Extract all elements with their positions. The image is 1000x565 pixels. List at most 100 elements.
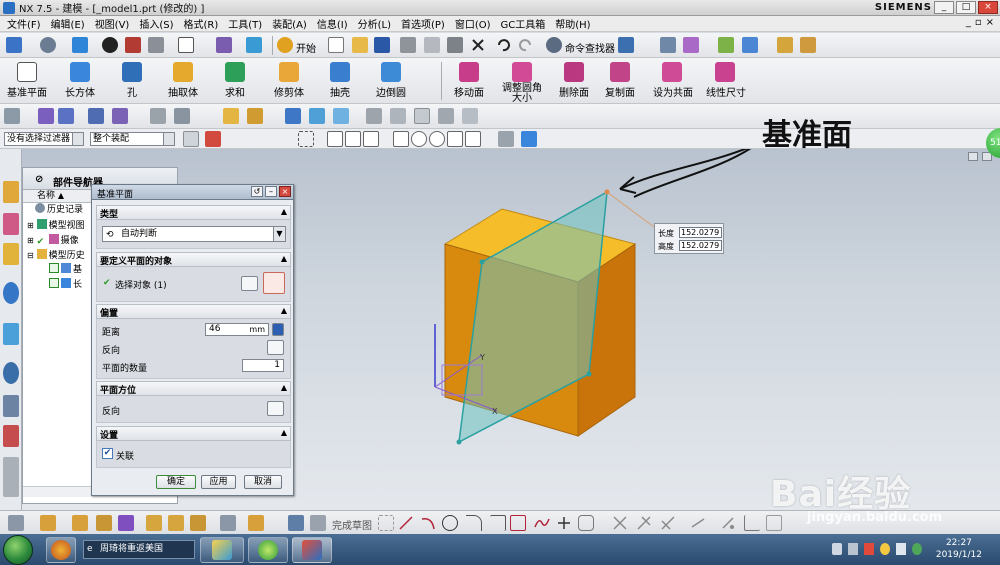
security-icon[interactable] bbox=[880, 543, 890, 555]
clock[interactable]: 22:27 2019/1/12 bbox=[936, 537, 982, 561]
plane-handle[interactable] bbox=[456, 439, 462, 445]
circle-icon[interactable] bbox=[442, 515, 458, 531]
mirror-icon[interactable] bbox=[112, 108, 128, 124]
patch-icon[interactable] bbox=[462, 108, 478, 124]
point-on-curve-icon[interactable] bbox=[96, 515, 112, 531]
unite-tool[interactable]: 求和 bbox=[224, 60, 246, 99]
maximize-button[interactable]: □ bbox=[956, 1, 976, 14]
shade-face-icon[interactable] bbox=[223, 108, 239, 124]
mdi-restore-icon[interactable]: ▫ bbox=[975, 17, 982, 28]
geometric-constraint-icon[interactable] bbox=[720, 515, 736, 531]
selection-filter-select[interactable]: 没有选择过滤器 bbox=[4, 132, 84, 146]
dialog-close-button[interactable]: × bbox=[279, 186, 291, 197]
hd3d-icon[interactable] bbox=[3, 323, 19, 345]
finish-sketch-button[interactable]: 完成草图 bbox=[332, 517, 372, 532]
mirror-curve-icon[interactable] bbox=[168, 515, 184, 531]
snap-intersection-icon[interactable] bbox=[465, 131, 481, 147]
section-icon[interactable] bbox=[366, 108, 382, 124]
view-restore-icon[interactable] bbox=[968, 152, 978, 161]
constraint-icon[interactable] bbox=[118, 515, 134, 531]
expand-icon[interactable]: ⊞ bbox=[27, 221, 34, 230]
type-section-header[interactable]: 类型 ▲ bbox=[96, 205, 291, 220]
collapse-icon[interactable]: ▲ bbox=[281, 428, 287, 437]
replace-icon[interactable] bbox=[285, 108, 301, 124]
ok-button[interactable]: 确定 bbox=[156, 475, 196, 489]
taskbar-nx-button[interactable] bbox=[292, 537, 332, 563]
menu-analysis[interactable]: 分析(L) bbox=[353, 16, 396, 31]
start-button[interactable]: 开始 bbox=[296, 40, 316, 55]
spline-icon[interactable] bbox=[58, 108, 74, 124]
sketch-plane-icon[interactable] bbox=[72, 515, 88, 531]
show-hide-icon[interactable] bbox=[742, 37, 758, 53]
resize-blend-tool[interactable]: 调整圆角大小 bbox=[500, 60, 544, 104]
height-input[interactable]: 152.0279 bbox=[679, 240, 722, 251]
binoculars-icon[interactable] bbox=[546, 37, 562, 53]
apply-button[interactable]: 应用 bbox=[201, 475, 236, 489]
assembly-scope-select[interactable]: 整个装配 bbox=[90, 132, 175, 146]
polygon-icon[interactable] bbox=[578, 515, 594, 531]
trace-icon[interactable] bbox=[248, 515, 264, 531]
minimize-button[interactable]: _ bbox=[934, 1, 954, 14]
type-select[interactable]: ⟲ 自动判断 ▼ bbox=[102, 226, 286, 242]
volume-icon[interactable] bbox=[864, 543, 874, 555]
make-coplanar-tool[interactable]: 设为共面 bbox=[653, 60, 693, 99]
distance-input[interactable]: 46 mm bbox=[205, 323, 269, 336]
plane-handle[interactable] bbox=[479, 259, 485, 265]
collapse-icon[interactable]: ▲ bbox=[281, 306, 287, 315]
plane-handle[interactable] bbox=[604, 189, 610, 195]
spline-icon[interactable] bbox=[534, 515, 550, 531]
project-curve-icon[interactable] bbox=[190, 515, 206, 531]
orientation-reverse-icon[interactable] bbox=[267, 401, 284, 416]
reuse-library-icon[interactable] bbox=[3, 282, 19, 304]
keyboard-icon[interactable] bbox=[848, 543, 858, 555]
snap-quadrant-icon[interactable] bbox=[429, 131, 445, 147]
pin-icon[interactable]: ⊘ bbox=[35, 174, 43, 185]
collapse-icon[interactable]: ▲ bbox=[281, 383, 287, 392]
hole-tool[interactable]: 孔 bbox=[122, 60, 142, 99]
trim-body-tool[interactable]: 修剪体 bbox=[272, 60, 306, 99]
cancel-button[interactable]: 取消 bbox=[244, 475, 282, 489]
object-section-header[interactable]: 要定义平面的对象 ▲ bbox=[96, 252, 291, 267]
paste-icon[interactable] bbox=[447, 37, 463, 53]
analysis-icon[interactable] bbox=[800, 37, 816, 53]
linear-dimension-tool[interactable]: 线性尺寸 bbox=[706, 60, 746, 99]
shaded-icon[interactable] bbox=[102, 37, 118, 53]
trim-icon[interactable] bbox=[612, 515, 628, 531]
gray-cube-icon[interactable] bbox=[148, 37, 164, 53]
dimension-icon[interactable] bbox=[690, 515, 706, 531]
fillet-icon[interactable] bbox=[466, 515, 482, 531]
curve-icon[interactable] bbox=[38, 108, 54, 124]
taskbar-browser-button[interactable] bbox=[248, 537, 288, 563]
name-column[interactable]: 名称 bbox=[37, 191, 55, 201]
datum-plane-tool[interactable]: 基准平面 bbox=[6, 60, 48, 99]
snap-center-icon[interactable] bbox=[411, 131, 427, 147]
background-icon[interactable] bbox=[178, 37, 194, 53]
collapse-icon[interactable]: ▲ bbox=[281, 207, 287, 216]
menu-edit[interactable]: 编辑(E) bbox=[46, 16, 90, 31]
point-constructor-icon[interactable] bbox=[263, 272, 285, 294]
offset-curve-icon[interactable] bbox=[146, 515, 162, 531]
layer-icon[interactable] bbox=[660, 37, 676, 53]
copy-face-tool[interactable]: 复制面 bbox=[605, 60, 635, 99]
part-navigator-icon[interactable] bbox=[3, 243, 19, 265]
red-cube-icon[interactable] bbox=[125, 37, 141, 53]
menu-info[interactable]: 信息(I) bbox=[312, 16, 353, 31]
rectangle-icon[interactable] bbox=[510, 515, 526, 531]
mdi-close-icon[interactable]: × bbox=[986, 17, 994, 28]
expand-icon[interactable]: ⊞ bbox=[27, 236, 34, 245]
filter-icon[interactable] bbox=[183, 131, 199, 147]
info-icon[interactable] bbox=[618, 37, 634, 53]
constraint-navigator-icon[interactable] bbox=[3, 213, 19, 235]
menu-gc-toolbox[interactable]: GC工具箱 bbox=[496, 16, 551, 31]
block-tool[interactable]: 长方体 bbox=[64, 60, 96, 99]
cut-icon[interactable] bbox=[400, 37, 416, 53]
checkbox-icon[interactable] bbox=[49, 278, 59, 288]
open-file-icon[interactable] bbox=[352, 37, 368, 53]
reset-icon[interactable]: ↺ bbox=[251, 186, 263, 197]
copy-icon[interactable] bbox=[424, 37, 440, 53]
microphone-icon[interactable] bbox=[832, 543, 842, 555]
start-icon[interactable] bbox=[277, 37, 293, 53]
text-icon[interactable] bbox=[220, 515, 236, 531]
extend-icon[interactable] bbox=[636, 515, 652, 531]
show-constraints-icon[interactable] bbox=[744, 515, 760, 531]
